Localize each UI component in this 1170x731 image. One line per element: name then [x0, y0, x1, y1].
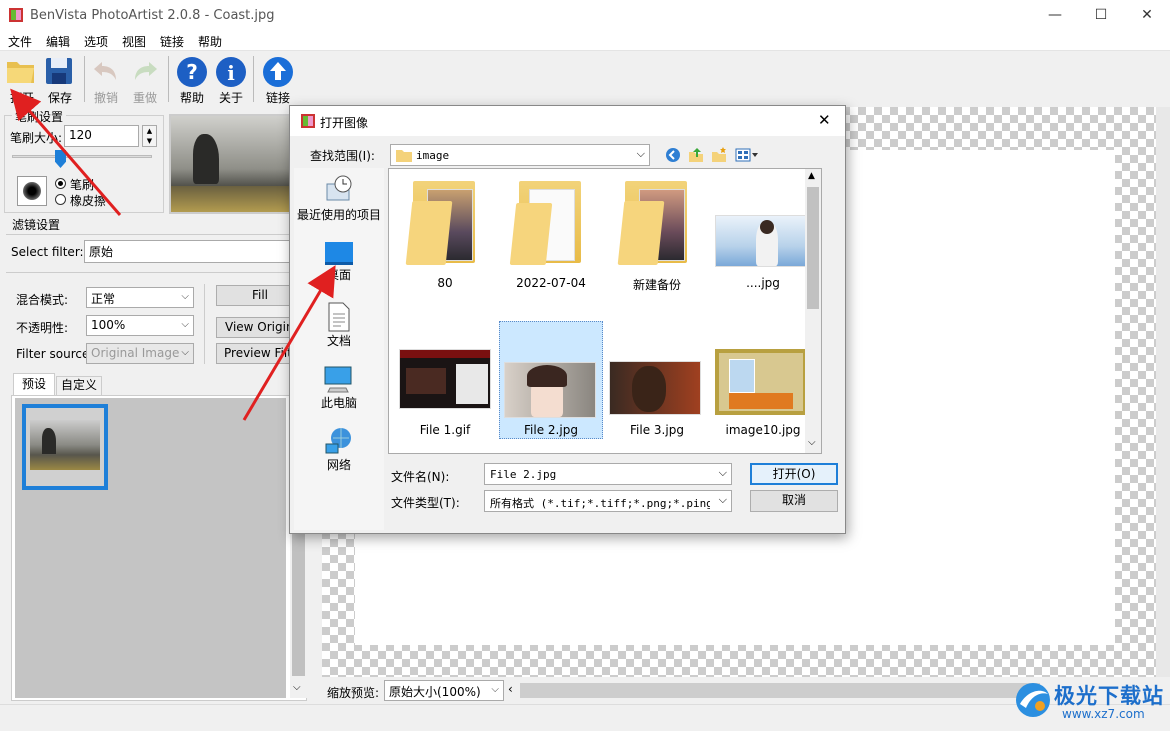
arrow-to-open	[10, 88, 122, 216]
annotation-arrows	[10, 88, 336, 421]
arrow-to-desktop	[242, 265, 336, 421]
